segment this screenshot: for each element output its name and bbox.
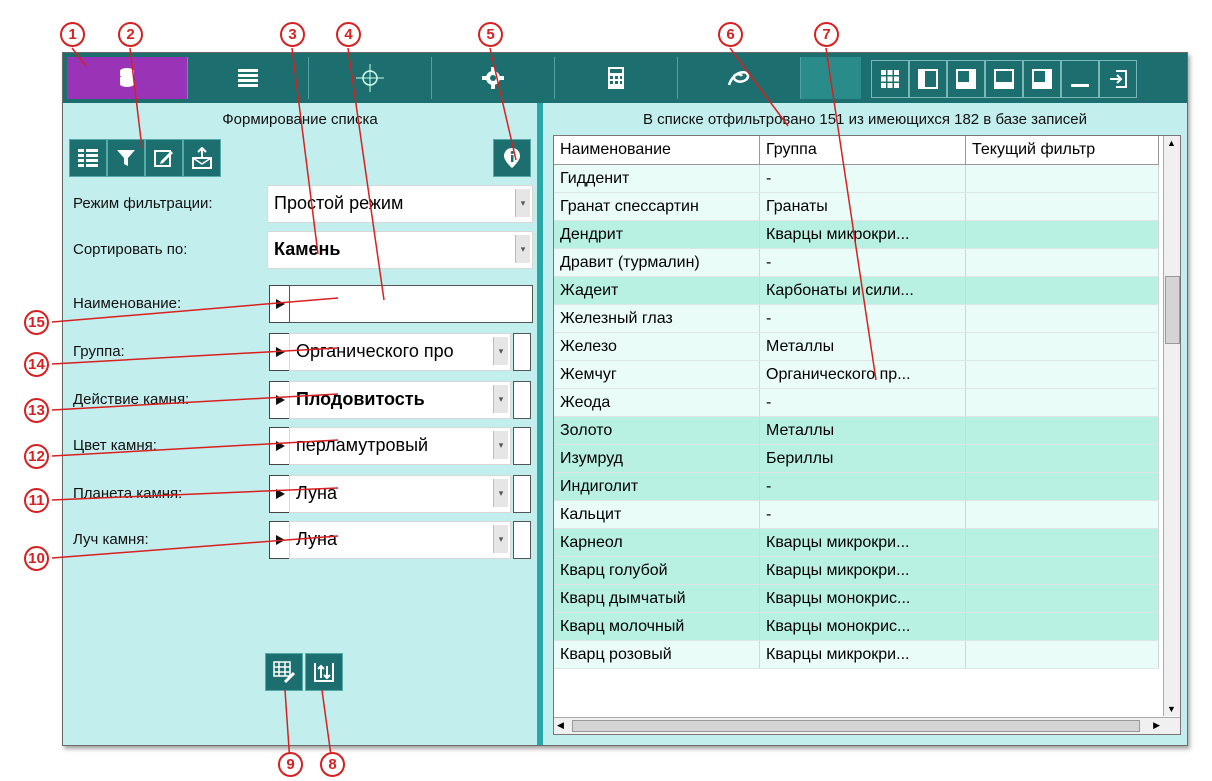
callout-lines — [51, 47, 877, 764]
callout-13: 13 — [24, 398, 49, 423]
callout-4: 4 — [336, 22, 361, 47]
callout-9: 9 — [278, 752, 303, 777]
callout-15: 15 — [24, 310, 49, 335]
callout-2: 2 — [118, 22, 143, 47]
callout-1: 1 — [60, 22, 85, 47]
callout-3: 3 — [280, 22, 305, 47]
callout-12: 12 — [24, 444, 49, 469]
callout-10: 10 — [24, 546, 49, 571]
callout-6: 6 — [718, 22, 743, 47]
callout-11: 11 — [24, 488, 49, 513]
callout-14: 14 — [24, 352, 49, 377]
callout-8: 8 — [320, 752, 345, 777]
callout-5: 5 — [478, 22, 503, 47]
callout-7: 7 — [814, 22, 839, 47]
